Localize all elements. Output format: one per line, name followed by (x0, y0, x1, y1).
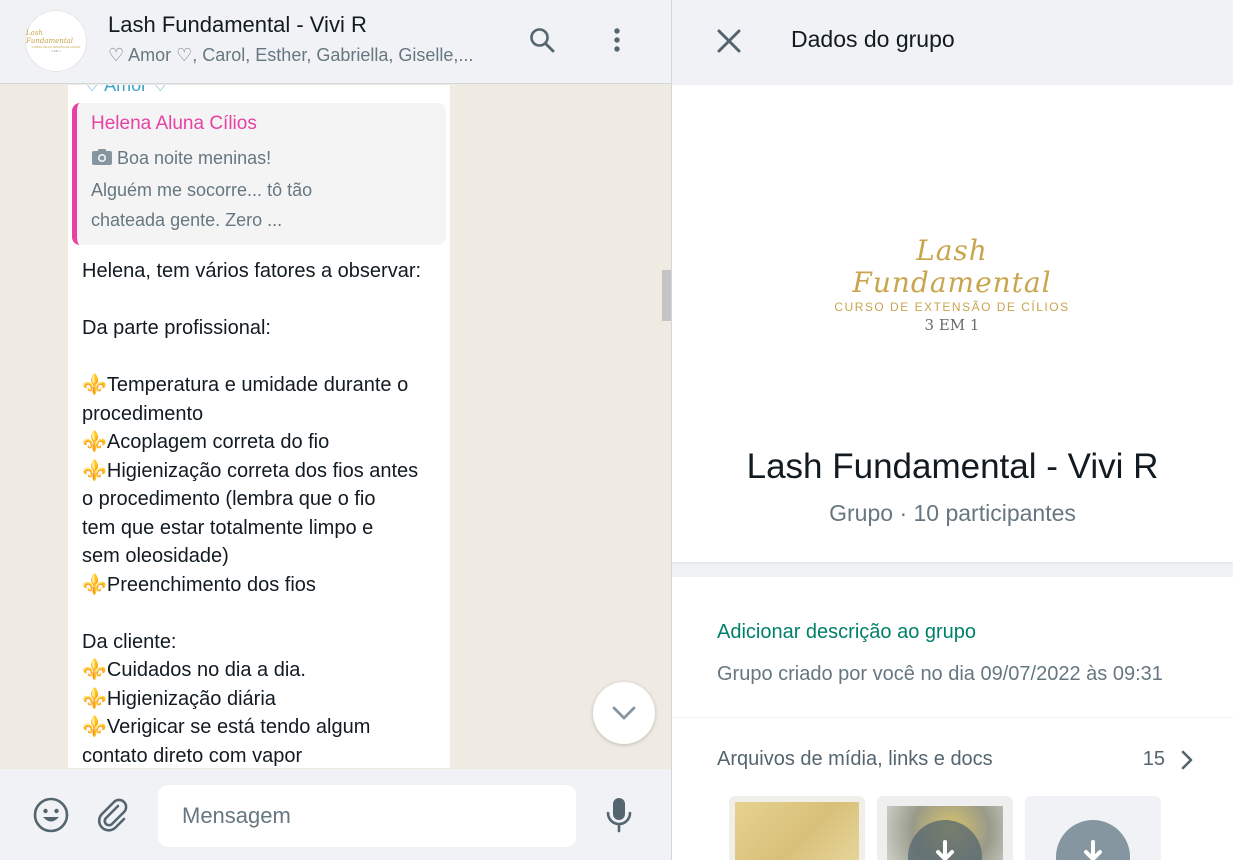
quoted-line: Alguém me socorre... tô tão (91, 180, 313, 200)
media-links-docs-row[interactable]: Arquivos de mídia, links e docs 15 (672, 738, 1233, 782)
chat-pane: Lash Fundamental CURSO DE EXTENSÃO DE CÍ… (0, 0, 672, 860)
group-info-header: Dados do grupo (672, 0, 1233, 84)
add-description-link[interactable]: Adicionar descrição ao grupo (717, 621, 976, 644)
emoji-icon[interactable] (30, 794, 72, 836)
message-text: Helena, tem vários fatores a observar: Da… (72, 257, 446, 768)
message-line: ⚜️Verigicar se está tendo algum (82, 716, 371, 738)
download-icon[interactable] (1056, 820, 1130, 860)
media-count: 15 (1142, 748, 1165, 770)
group-info-title: Dados do grupo (791, 26, 955, 52)
message-line: ⚜️Temperatura e umidade durante o (82, 374, 409, 396)
quoted-line-text: Boa noite meninas! (117, 148, 272, 168)
quoted-message[interactable]: Helena Aluna Cílios Boa noite meninas! A… (72, 103, 446, 245)
quoted-line: Boa noite meninas! (91, 143, 436, 175)
message-line: sem oleosidade) (82, 545, 229, 567)
media-thumbnail[interactable] (1025, 796, 1161, 860)
chat-title[interactable]: Lash Fundamental - Vivi R (108, 12, 367, 38)
chevron-right-icon (1177, 746, 1197, 774)
group-photo[interactable]: Lash Fundamental CURSO DE EXTENSÃO DE CÍ… (812, 234, 1092, 335)
message-list[interactable]: ♡ Amor ♡ Helena Aluna Cílios Boa noite m… (0, 85, 660, 768)
message-line: o procedimento (lembra que o fio (82, 488, 376, 510)
message-line: Helena, tem vários fatores a observar: (82, 260, 422, 282)
message-line: ⚜️Acoplagem correta do fio (82, 431, 330, 453)
message-input[interactable] (158, 785, 576, 847)
chat-participants[interactable]: ♡ Amor ♡, Carol, Esther, Gabriella, Gise… (108, 45, 488, 66)
quoted-author: Helena Aluna Cílios (91, 113, 257, 134)
message-line: tem que estar totalmente limpo e (82, 516, 374, 539)
chat-header[interactable]: Lash Fundamental CURSO DE EXTENSÃO DE CÍ… (0, 0, 671, 84)
chevron-down-icon (612, 706, 636, 720)
media-thumbnail[interactable] (729, 796, 865, 860)
message-bubble[interactable]: ♡ Amor ♡ Helena Aluna Cílios Boa noite m… (68, 85, 450, 768)
media-thumbnail[interactable] (877, 796, 1013, 860)
message-sender: ♡ Amor ♡ (84, 85, 169, 95)
group-created-info: Grupo criado por você no dia 09/07/2022 … (717, 663, 1163, 685)
avatar-logo-sub2: 3 EM 1 (51, 49, 61, 53)
kebab-menu-icon[interactable] (599, 22, 635, 58)
group-name[interactable]: Lash Fundamental - Vivi R (672, 447, 1233, 487)
media-card: Arquivos de mídia, links e docs 15 (672, 718, 1233, 860)
group-avatar[interactable]: Lash Fundamental CURSO DE EXTENSÃO DE CÍ… (25, 10, 87, 72)
message-line: contato direto com vapor (82, 744, 303, 767)
message-line: Da parte profissional: (82, 317, 271, 339)
microphone-icon[interactable] (598, 794, 640, 836)
group-description-card: Adicionar descrição ao grupo Grupo criad… (672, 577, 1233, 717)
camera-icon (91, 145, 113, 175)
message-line: procedimento (82, 402, 204, 425)
paperclip-icon[interactable] (92, 794, 134, 836)
group-participants-count: Grupo · 10 participantes (829, 500, 1076, 526)
message-composer (0, 769, 671, 860)
close-icon[interactable] (710, 22, 748, 60)
media-label: Arquivos de mídia, links e docs (717, 748, 993, 770)
logo-subtitle: CURSO DE EXTENSÃO DE CÍLIOS (834, 300, 1070, 314)
logo-subtitle-2: 3 EM 1 (924, 316, 980, 334)
message-line: ⚜️Preenchimento dos fios (82, 573, 316, 596)
message-line: Da cliente: (82, 630, 177, 653)
search-icon[interactable] (524, 22, 560, 58)
group-info-pane: Dados do grupo Lash Fundamental CURSO DE… (672, 0, 1233, 860)
message-line: ⚜️Higienização correta dos fios antes (82, 459, 419, 482)
scroll-to-bottom-button[interactable] (593, 682, 655, 744)
avatar-logo-script: Lash Fundamental (26, 29, 74, 45)
scrollbar-thumb[interactable] (662, 270, 671, 321)
quoted-line: chateada gente. Zero ... (91, 210, 283, 230)
message-line: ⚜️Higienização diária (82, 687, 276, 710)
group-profile-card: Lash Fundamental CURSO DE EXTENSÃO DE CÍ… (672, 85, 1233, 562)
message-line: ⚜️Cuidados no dia a dia. (82, 659, 306, 681)
logo-script: Lash Fundamental (852, 234, 1052, 299)
